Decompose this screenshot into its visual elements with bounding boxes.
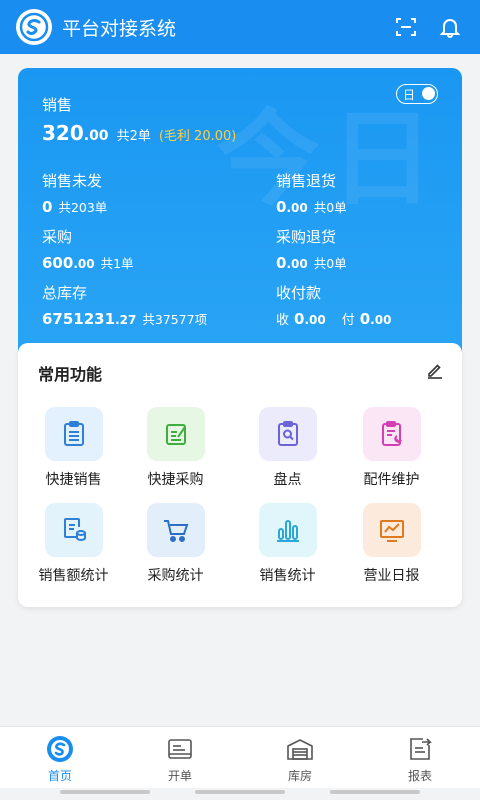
func-stocktake[interactable]: 盘点 — [232, 407, 343, 489]
inventory-count: 共37577项 — [142, 312, 208, 327]
sales-amount-decimal: .00 — [83, 128, 109, 144]
purchase-return-stat[interactable]: 采购退货 0 .00 共0单 — [276, 226, 347, 272]
inventory-amount: 6751231 — [42, 310, 116, 328]
warehouse-icon — [286, 735, 314, 763]
brand-s-icon — [16, 9, 52, 45]
common-functions-card: 常用功能 快捷销售 快捷采购 盘点 配件维护 销售额统计 采购统计 销售统计 营… — [18, 343, 462, 607]
gesture-bar — [330, 790, 420, 794]
app-header: 平台对接系统 — [0, 0, 480, 54]
sales-return-amount: 0 — [276, 198, 287, 216]
clipboard-wrench-icon — [362, 407, 421, 461]
func-label: 盘点 — [273, 472, 302, 488]
func-daily-report[interactable]: 营业日报 — [336, 503, 447, 585]
func-quick-sale[interactable]: 快捷销售 — [18, 407, 129, 489]
bottom-tab-bar: 首页 开单 库房 报表 — [0, 726, 480, 788]
unshipped-amount: 0 — [42, 198, 53, 216]
app-title: 平台对接系统 — [62, 17, 177, 40]
sales-amount: 320 — [42, 121, 84, 145]
toggle-knob — [422, 87, 435, 100]
tab-label: 开单 — [167, 769, 192, 783]
inventory-decimal: .27 — [115, 313, 137, 327]
unshipped-count: 共203单 — [58, 200, 108, 215]
func-purchase-stats[interactable]: 采购统计 — [120, 503, 231, 585]
purchase-count: 共1单 — [100, 256, 134, 271]
sales-return-stat[interactable]: 销售退货 0 .00 共0单 — [276, 170, 347, 216]
common-functions-title: 常用功能 — [38, 365, 103, 384]
day-toggle-label: 日 — [403, 87, 416, 102]
purchase-label: 采购 — [42, 228, 73, 246]
func-quick-purchase[interactable]: 快捷采购 — [120, 407, 231, 489]
purchase-decimal: .00 — [73, 257, 95, 271]
unshipped-stat[interactable]: 销售未发 0 共203单 — [42, 170, 107, 216]
purchase-return-count: 共0单 — [313, 256, 347, 271]
purchase-stat[interactable]: 采购 600 .00 共1单 — [42, 226, 134, 272]
receive-amount: 0 — [294, 310, 305, 328]
func-sales-amount-stats[interactable]: 销售额统计 — [18, 503, 129, 585]
edit-icon[interactable] — [426, 361, 446, 381]
today-stats-card: 今日 日 销售 320 .00 共2单 (毛利 20.00) 销售未发 0 共2… — [18, 68, 462, 368]
receive-label: 收 — [276, 313, 290, 328]
cart-icon — [146, 503, 205, 557]
note-edit-icon — [146, 407, 205, 461]
day-toggle[interactable]: 日 — [396, 84, 438, 104]
func-label: 销售统计 — [259, 568, 316, 584]
func-label: 快捷销售 — [45, 472, 102, 488]
clipboard-search-icon — [258, 407, 317, 461]
func-label: 采购统计 — [147, 568, 204, 584]
pay-label: 付 — [341, 313, 355, 328]
report-icon — [406, 735, 434, 763]
clipboard-list-icon — [44, 407, 103, 461]
pay-amount: 0 — [359, 310, 371, 328]
sales-return-count: 共0单 — [313, 200, 347, 215]
payments-label: 收付款 — [276, 284, 322, 302]
trend-board-icon — [362, 503, 421, 557]
purchase-amount: 600 — [42, 254, 74, 272]
payments-stat[interactable]: 收付款 收 0 .00 付 0 .00 — [276, 282, 391, 328]
func-parts-maintenance[interactable]: 配件维护 — [336, 407, 447, 489]
sales-count: 共2单 — [116, 129, 151, 144]
doc-coins-icon — [44, 503, 103, 557]
gesture-bar — [195, 790, 285, 794]
sales-return-decimal: .00 — [286, 201, 308, 215]
purchase-return-label: 采购退货 — [276, 228, 337, 246]
gross-profit: (毛利 20.00) — [158, 129, 237, 144]
tab-warehouse[interactable]: 库房 — [240, 727, 360, 788]
sales-label: 销售 — [42, 96, 73, 114]
tab-order[interactable]: 开单 — [120, 727, 240, 788]
purchase-return-decimal: .00 — [286, 257, 308, 271]
bar-chart-icon — [258, 503, 317, 557]
tab-label: 库房 — [287, 769, 312, 783]
pay-decimal: .00 — [370, 313, 392, 327]
gesture-bar — [60, 790, 150, 794]
inventory-stat[interactable]: 总库存 6751231 .27 共37577项 — [42, 282, 207, 328]
scan-icon[interactable] — [388, 9, 424, 45]
receive-decimal: .00 — [304, 313, 326, 327]
func-label: 快捷采购 — [147, 472, 204, 488]
func-label: 配件维护 — [363, 472, 420, 488]
tab-report[interactable]: 报表 — [360, 727, 480, 788]
bell-icon[interactable] — [432, 9, 468, 45]
func-label: 销售额统计 — [38, 568, 109, 584]
sales-stat[interactable]: 销售 320 .00 共2单 (毛利 20.00) — [42, 94, 236, 145]
tab-label: 首页 — [47, 769, 72, 783]
purchase-return-amount: 0 — [276, 254, 287, 272]
sales-return-label: 销售退货 — [276, 172, 337, 190]
tab-home[interactable]: 首页 — [0, 727, 120, 788]
order-card-icon — [166, 735, 194, 763]
unshipped-label: 销售未发 — [42, 172, 103, 190]
func-sales-stats[interactable]: 销售统计 — [232, 503, 343, 585]
inventory-label: 总库存 — [42, 284, 88, 302]
tab-label: 报表 — [407, 769, 432, 783]
func-label: 营业日报 — [363, 568, 420, 584]
home-s-icon — [46, 735, 74, 763]
